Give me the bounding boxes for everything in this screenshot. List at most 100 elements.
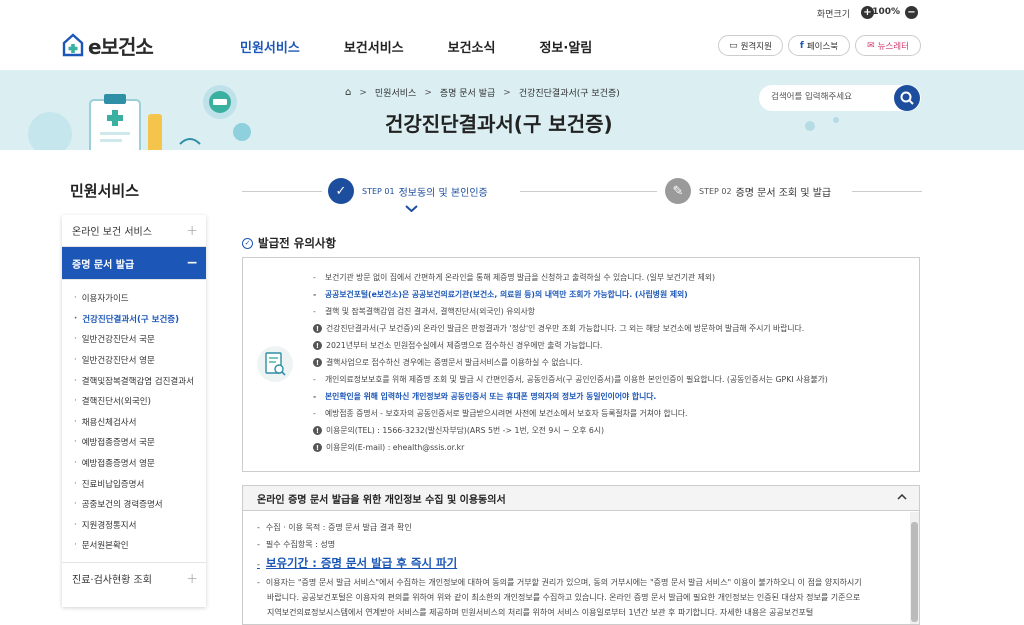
sidebar-group-online-health[interactable]: 온라인 보건 서비스 + bbox=[62, 215, 206, 247]
nav-health-service[interactable]: 보건서비스 bbox=[344, 37, 404, 56]
house-cross-icon bbox=[62, 33, 84, 57]
search-icon bbox=[900, 91, 914, 105]
consent-panel: 온라인 증명 문서 발급을 위한 개인정보 수집 및 이용동의서 수집 · 이용… bbox=[242, 485, 920, 625]
sidebar-submenu: 이용자가이드 건강진단결과서(구 보건증) 일반건강진단서 국문 일반건강진단서… bbox=[62, 280, 206, 563]
step-line bbox=[242, 191, 322, 192]
breadcrumb-item-current[interactable]: 건강진단결과서(구 보건증) bbox=[519, 86, 620, 99]
notice-warning: 2021년부터 보건소 민원접수실에서 제증명으로 접수하신 경우에만 출력 가… bbox=[313, 337, 913, 354]
breadcrumb-item[interactable]: 증명 문서 발급 bbox=[440, 86, 495, 99]
sidebar-item[interactable]: 채용신체검사서 bbox=[74, 412, 206, 433]
consent-retention-text: 보유기간 : 증명 문서 발급 후 즉시 파기 bbox=[265, 556, 458, 570]
sidebar-menu: 온라인 보건 서비스 + 증명 문서 발급 − 이용자가이드 건강진단결과서(구 보… bbox=[62, 215, 206, 607]
check-circle-icon: ✓ bbox=[242, 237, 253, 249]
consent-paragraph: 이용자는 "증명 문서 발급 서비스"에서 수집하는 개인정보에 대하여 동의를… bbox=[257, 575, 907, 590]
monitor-icon: ▭ bbox=[729, 40, 738, 51]
medical-illustration-icon bbox=[28, 85, 251, 150]
newsletter-label: 뉴스레터 bbox=[877, 41, 909, 52]
decorative-circles-icon bbox=[805, 117, 839, 131]
breadcrumb-separator-icon: > bbox=[424, 87, 432, 98]
step-line bbox=[852, 191, 922, 192]
nav-health-news[interactable]: 보건소식 bbox=[448, 37, 496, 56]
page-title: 건강진단결과서(구 보건증) bbox=[385, 112, 613, 136]
newsletter-icon: ✉ bbox=[867, 40, 875, 51]
notice-warning: 건강진단결과서(구 보건증)의 온라인 발급은 판정결과가 '정상'인 경우만 … bbox=[313, 320, 913, 337]
search-button[interactable] bbox=[894, 85, 920, 111]
edit-icon: ✎ bbox=[665, 178, 691, 204]
sidebar-item[interactable]: 일반건강진단서 영문 bbox=[74, 350, 206, 371]
header: e보건소 민원서비스 보건서비스 보건소식 정보·알림 ▭ 원격지원 f 페이스북 … bbox=[0, 26, 1024, 70]
sidebar-item[interactable]: 예방접종증명서 영문 bbox=[74, 453, 206, 474]
consent-items: 필수 수집항목 : 성명 bbox=[257, 536, 907, 553]
consent-header[interactable]: 온라인 증명 문서 발급을 위한 개인정보 수집 및 이용동의서 bbox=[243, 486, 919, 511]
notice-item-highlight: 공공보건포털(e보건소)은 공공보건의료기관(보건소, 의료원 등)의 내역만 … bbox=[313, 286, 913, 303]
notice-item: 개인의료정보보호를 위해 제증명 조회 및 발급 시 간편인증서, 공동인증서(… bbox=[313, 371, 913, 388]
zoom-value: 100% bbox=[872, 7, 900, 17]
step-2-label: 증명 문서 조회 및 발급 bbox=[735, 187, 832, 199]
sidebar-item[interactable]: 이용자가이드 bbox=[74, 288, 206, 309]
sidebar-item[interactable]: 공중보건의 경력증명서 bbox=[74, 494, 206, 515]
search-input[interactable] bbox=[771, 92, 881, 102]
search-box bbox=[759, 85, 921, 111]
step-1: ✓ STEP 01 정보동의 및 본인인증 bbox=[328, 178, 488, 204]
step-1-label: 정보동의 및 본인인증 bbox=[398, 187, 488, 199]
notice-heading: ✓ 발급전 유의사항 bbox=[242, 235, 336, 251]
step-2: ✎ STEP 02 증명 문서 조회 및 발급 bbox=[665, 178, 831, 204]
minus-icon: − bbox=[186, 255, 198, 271]
consent-body: 수집 · 이용 목적 : 증명 문서 발급 결과 확인 필수 수집항목 : 성명… bbox=[243, 511, 919, 620]
sidebar-group-label: 증명 문서 발급 bbox=[72, 259, 135, 271]
facebook-label: 페이스북 bbox=[806, 41, 839, 52]
step-indicator: ✓ STEP 01 정보동의 및 본인인증 ✎ STEP 02 증명 문서 조회… bbox=[242, 178, 922, 212]
sidebar-item[interactable]: 예방접종증명서 국문 bbox=[74, 432, 206, 453]
step-line bbox=[520, 191, 657, 192]
breadcrumb-separator-icon: > bbox=[503, 87, 511, 98]
sidebar-item[interactable]: 결핵및잠복결핵감염 검진결과서 bbox=[74, 370, 206, 391]
check-icon: ✓ bbox=[328, 178, 354, 204]
sidebar-item[interactable]: 진료비납입증명서 bbox=[74, 473, 206, 494]
consent-purpose: 수집 · 이용 목적 : 증명 문서 발급 결과 확인 bbox=[257, 519, 907, 536]
newsletter-button[interactable]: ✉ 뉴스레터 bbox=[855, 35, 921, 56]
breadcrumb-separator-icon: > bbox=[359, 87, 367, 98]
notice-item: 예방접종 증명서 - 보호자의 공동인증서로 발급받으시려면 사전에 보건소에서… bbox=[313, 405, 913, 422]
consent-paragraph: 바랍니다. 공공보건포털은 이용자의 편의를 위하여 위와 같이 최소한의 개인… bbox=[267, 593, 861, 602]
notice-list: 보건기관 방문 없이 집에서 간편하게 온라인을 통해 제증명 발급을 신청하고… bbox=[313, 269, 913, 456]
facebook-icon: f bbox=[799, 40, 804, 51]
consent-scrollbar[interactable] bbox=[910, 512, 919, 624]
notice-box: 보건기관 방문 없이 집에서 간편하게 온라인을 통해 제증명 발급을 신청하고… bbox=[242, 257, 920, 472]
step-1-number: STEP 01 bbox=[362, 186, 395, 196]
sidebar-item[interactable]: 일반건강진단서 국문 bbox=[74, 329, 206, 350]
zoom-label: 화면크기 bbox=[816, 10, 850, 20]
notice-heading-text: 발급전 유의사항 bbox=[258, 236, 337, 250]
remote-support-button[interactable]: ▭ 원격지원 bbox=[718, 35, 783, 56]
notice-warning: 결핵사업으로 접수하신 경우에는 증명문서 발급서비스를 이용하실 수 없습니다… bbox=[313, 354, 913, 371]
sidebar-item[interactable]: 지원경정통지서 bbox=[74, 515, 206, 536]
nav-civil-service[interactable]: 민원서비스 bbox=[240, 37, 300, 56]
remote-support-label: 원격지원 bbox=[740, 41, 772, 52]
nav-info-notice[interactable]: 정보·알림 bbox=[539, 37, 592, 56]
sidebar-item-active[interactable]: 건강진단결과서(구 보건증) bbox=[74, 309, 206, 330]
sidebar-group-treatment[interactable]: 진료·검사현황 조회 + bbox=[62, 563, 206, 595]
sidebar-item[interactable]: 문서원본확인 bbox=[74, 535, 206, 556]
notice-item: 보건기관 방문 없이 집에서 간편하게 온라인을 통해 제증명 발급을 신청하고… bbox=[313, 269, 913, 286]
notice-contact-tel: 이용문의(TEL) : 1566-3232(발신자부담)(ARS 5번 -> 1… bbox=[313, 422, 913, 439]
notice-item: 결핵 및 잠복결핵감염 검진 결과서, 결핵진단서(외국인) 유의사항 bbox=[313, 303, 913, 320]
step-2-number: STEP 02 bbox=[699, 186, 732, 196]
plus-icon: + bbox=[186, 222, 198, 239]
sidebar-group-certificate[interactable]: 증명 문서 발급 − bbox=[62, 247, 206, 280]
breadcrumb-item[interactable]: 민원서비스 bbox=[375, 86, 416, 99]
zoom-out-button[interactable]: − bbox=[905, 6, 918, 19]
sidebar-title: 민원서비스 bbox=[70, 182, 140, 200]
breadcrumb: ⌂ > 민원서비스 > 증명 문서 발급 > 건강진단결과서(구 보건증) bbox=[345, 86, 620, 99]
notice-contact-email: 이용문의(E-mail) : ehealth@ssis.or.kr bbox=[313, 439, 913, 456]
plus-icon: + bbox=[186, 570, 198, 587]
scrollbar-thumb[interactable] bbox=[911, 522, 918, 622]
consent-retention: - 보유기간 : 증명 문서 발급 후 즉시 파기 bbox=[257, 556, 458, 570]
home-icon[interactable]: ⌂ bbox=[345, 87, 351, 98]
chevron-down-icon bbox=[405, 205, 418, 212]
sidebar-item[interactable]: 결핵진단서(외국인) bbox=[74, 391, 206, 412]
facebook-button[interactable]: f 페이스북 bbox=[788, 35, 850, 56]
logo-text: e보건소 bbox=[88, 34, 154, 59]
consent-paragraph: 지역보건의료정보시스템에서 연계받아 서비스를 제공하며 민원서비스의 처리를 … bbox=[267, 608, 814, 617]
logo[interactable]: e보건소 bbox=[62, 32, 154, 59]
sidebar-group-label: 온라인 보건 서비스 bbox=[72, 227, 152, 238]
chevron-up-icon[interactable] bbox=[897, 494, 907, 500]
